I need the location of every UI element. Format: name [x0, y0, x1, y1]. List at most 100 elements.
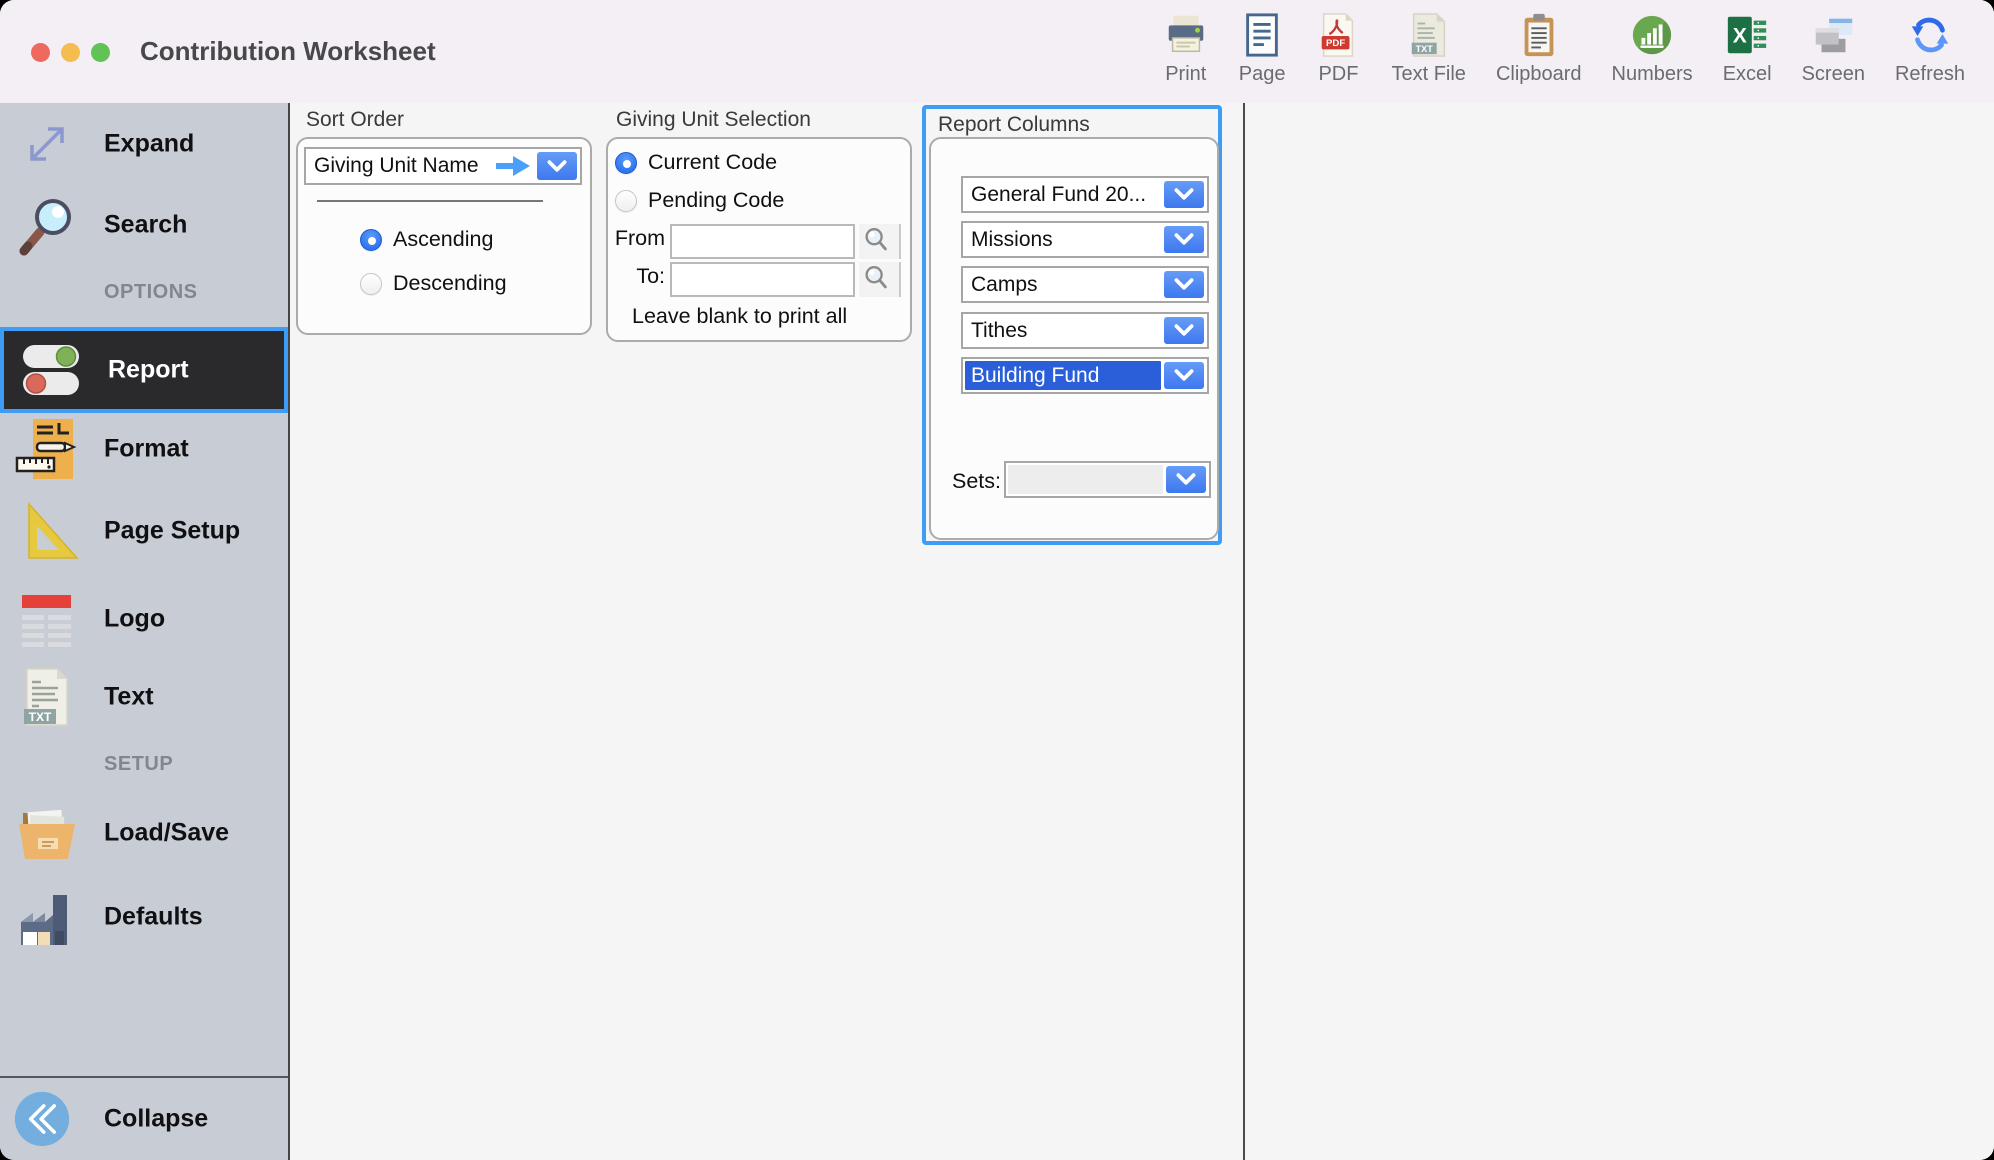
minimize-window-button[interactable] — [61, 43, 80, 62]
clipboard-icon — [1516, 12, 1562, 58]
sidebar-item-text[interactable]: TXT Text — [0, 663, 288, 731]
text-file-icon: TXT — [1406, 12, 1452, 58]
radio-label: Ascending — [393, 227, 493, 252]
sidebar-item-search[interactable]: Search — [0, 191, 288, 259]
toolbar-button-print[interactable]: Print — [1148, 12, 1224, 86]
dropdown-chevron-button[interactable] — [537, 152, 577, 180]
to-input[interactable] — [670, 262, 855, 297]
triangle-ruler-icon — [14, 498, 80, 564]
toolbar-button-excel[interactable]: X Excel — [1708, 12, 1787, 86]
from-search-button[interactable] — [859, 224, 901, 259]
sidebar-item-report[interactable]: Report — [0, 327, 288, 413]
radio-unchecked — [615, 190, 637, 212]
dropdown-chevron-button[interactable] — [1164, 226, 1204, 253]
toolbar-button-page[interactable]: Page — [1224, 12, 1301, 86]
svg-text:PDF: PDF — [1326, 38, 1345, 49]
close-window-button[interactable] — [31, 43, 50, 62]
expand-icon — [14, 111, 80, 177]
dropdown-value-selected: Building Fund — [965, 361, 1161, 390]
group-title: Sort Order — [306, 108, 592, 132]
toolbar-button-clipboard[interactable]: Clipboard — [1481, 12, 1597, 86]
toolbar: Print Page PDF PDF TXT Text File — [1148, 12, 1980, 86]
toolbar-label: Numbers — [1612, 63, 1693, 86]
sidebar: Expand Search OPTIONS Report Format — [0, 103, 290, 1160]
sidebar-section-setup: SETUP — [104, 753, 173, 776]
svg-text:TXT: TXT — [29, 710, 52, 724]
blue-arrow-icon — [494, 149, 532, 183]
report-column-dropdown-1[interactable]: General Fund 20... — [961, 176, 1209, 213]
sidebar-divider — [0, 1076, 288, 1078]
radio-label: Descending — [393, 271, 507, 296]
sort-field-dropdown[interactable]: Giving Unit Name — [304, 147, 582, 185]
dropdown-value: General Fund 20... — [963, 178, 1161, 211]
refresh-icon — [1907, 12, 1953, 58]
descending-radio[interactable]: Descending — [360, 271, 507, 296]
group-title: Giving Unit Selection — [616, 108, 912, 132]
toolbar-label: Screen — [1802, 63, 1865, 86]
ascending-radio[interactable]: Ascending — [360, 227, 493, 252]
page-icon — [1239, 12, 1285, 58]
radio-label: Pending Code — [648, 188, 784, 213]
sidebar-item-label: Expand — [104, 130, 194, 159]
group-title: Report Columns — [938, 113, 1218, 137]
report-column-dropdown-5[interactable]: Building Fund — [961, 357, 1209, 394]
printer-icon — [1163, 12, 1209, 58]
report-columns-group: Report Columns General Fund 20... Missio… — [922, 105, 1222, 545]
folder-icon — [14, 800, 80, 866]
sidebar-item-page-setup[interactable]: Page Setup — [0, 497, 288, 565]
sidebar-item-label: Format — [104, 435, 189, 464]
window-title: Contribution Worksheet — [140, 0, 436, 103]
toolbar-button-refresh[interactable]: Refresh — [1880, 12, 1980, 86]
zoom-window-button[interactable] — [91, 43, 110, 62]
sidebar-item-logo[interactable]: Logo — [0, 585, 288, 653]
toolbar-label: PDF — [1318, 63, 1358, 86]
factory-icon — [14, 884, 80, 950]
dropdown-value — [1008, 465, 1163, 494]
toolbar-label: Text File — [1391, 63, 1465, 86]
pending-code-radio[interactable]: Pending Code — [615, 188, 784, 213]
sidebar-item-label: Search — [104, 211, 187, 240]
sort-order-panel: Giving Unit Name Ascending — [296, 137, 592, 335]
from-label: From — [615, 226, 665, 250]
content-area: Sort Order Giving Unit Name — [290, 103, 1994, 1160]
report-column-dropdown-3[interactable]: Camps — [961, 266, 1209, 303]
numbers-icon — [1629, 12, 1675, 58]
sidebar-item-defaults[interactable]: Defaults — [0, 883, 288, 951]
sets-dropdown[interactable] — [1004, 461, 1211, 498]
pdf-icon: PDF — [1315, 12, 1361, 58]
toolbar-button-screen[interactable]: Screen — [1787, 12, 1880, 86]
toolbar-label: Refresh — [1895, 63, 1965, 86]
dropdown-chevron-button[interactable] — [1164, 362, 1204, 389]
radio-checked — [615, 152, 637, 174]
to-search-button[interactable] — [859, 262, 901, 297]
to-label: To: — [636, 264, 665, 288]
svg-text:TXT: TXT — [1415, 44, 1433, 54]
toolbar-label: Clipboard — [1496, 63, 1582, 86]
toolbar-button-pdf[interactable]: PDF PDF — [1300, 12, 1376, 86]
current-code-radio[interactable]: Current Code — [615, 150, 777, 175]
screen-icon — [1810, 12, 1856, 58]
dropdown-chevron-button[interactable] — [1164, 271, 1204, 298]
sidebar-item-label: Collapse — [104, 1105, 208, 1134]
sidebar-item-expand[interactable]: Expand — [0, 110, 288, 178]
title-bar: Contribution Worksheet Print Page PDF PD… — [0, 0, 1994, 103]
sidebar-item-label: Page Setup — [104, 517, 240, 546]
toolbar-button-numbers[interactable]: Numbers — [1597, 12, 1708, 86]
report-columns-panel: General Fund 20... Missions Camps Tithes — [929, 137, 1219, 540]
app-window: Contribution Worksheet Print Page PDF PD… — [0, 0, 1994, 1160]
sets-label: Sets: — [952, 469, 1001, 494]
dropdown-chevron-button[interactable] — [1164, 181, 1204, 208]
sidebar-item-format[interactable]: Format — [0, 415, 288, 483]
svg-text:X: X — [1733, 25, 1747, 48]
report-column-dropdown-2[interactable]: Missions — [961, 221, 1209, 258]
report-column-dropdown-4[interactable]: Tithes — [961, 312, 1209, 349]
from-input[interactable] — [670, 224, 855, 259]
dropdown-chevron-button[interactable] — [1164, 317, 1204, 344]
divider-line — [317, 200, 543, 202]
sidebar-item-load-save[interactable]: Load/Save — [0, 799, 288, 867]
sidebar-item-collapse[interactable]: Collapse — [0, 1080, 288, 1158]
dropdown-chevron-button[interactable] — [1166, 466, 1206, 493]
print-all-hint: Leave blank to print all — [632, 304, 847, 329]
preview-divider — [1243, 103, 1245, 1160]
toolbar-button-text-file[interactable]: TXT Text File — [1376, 12, 1480, 86]
